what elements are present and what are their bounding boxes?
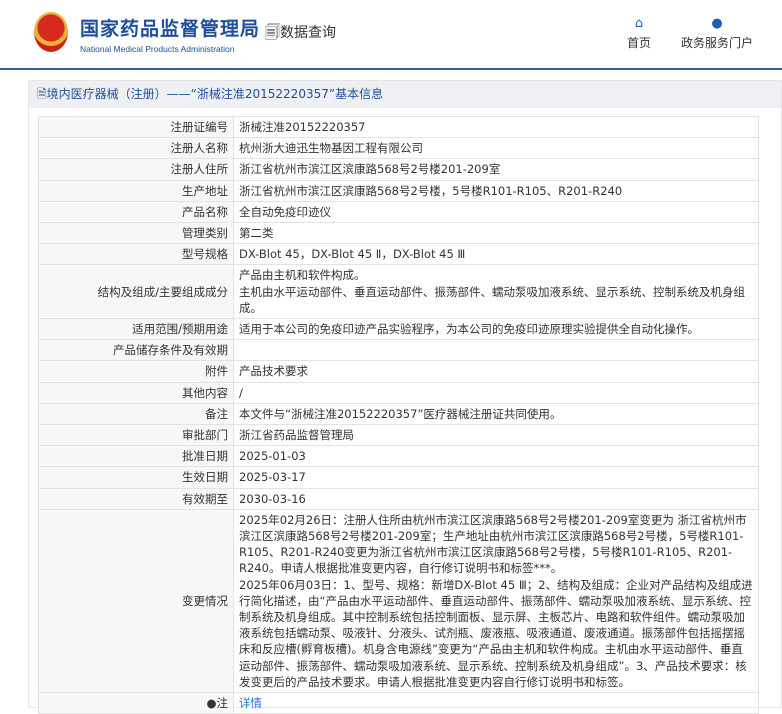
table-row: 生产地址 浙江省杭州市滨江区滨康路568号2号楼，5号楼R101-R105、R20… (38, 179, 759, 202)
row-label: 有效期至 (38, 487, 234, 510)
brand-title-cn: 国家药品监督管理局 (80, 18, 261, 40)
user-icon: ● (711, 16, 723, 31)
table-row: 其他内容 / (38, 381, 759, 404)
details-link[interactable]: 详情 (239, 696, 262, 710)
row-value: 浙械注准20152220357 (233, 115, 759, 139)
note-label: 注 (216, 696, 229, 711)
table-row: 生效日期 2025-03-17 (38, 466, 759, 489)
table-row: 产品储存条件及有效期 (38, 339, 759, 362)
row-value: 2030-03-16 (233, 487, 759, 510)
row-value: 产品技术要求 (233, 360, 759, 383)
row-label: 注册人住所 (38, 158, 234, 181)
table-row: 管理类别 第二类 (38, 222, 759, 245)
row-value: 2025-01-03 (233, 445, 759, 468)
brand-title-en: National Medical Products Administration (80, 44, 235, 54)
nav-home-label: 首页 (627, 36, 652, 50)
row-value: 浙江省杭州市滨江区滨康路568号2号楼201-209室 (233, 158, 759, 181)
national-emblem-logo (34, 12, 68, 52)
table-row: 批准日期 2025-01-03 (38, 445, 759, 468)
row-value: 浙江省杭州市滨江区滨康路568号2号楼，5号楼R101-R105、R201-R2… (233, 179, 759, 202)
row-label: 变更情况 (38, 508, 234, 694)
row-label: 适用范围/预期用途 (38, 318, 234, 341)
home-icon: ⌂ (634, 16, 644, 31)
data-query-link[interactable]: 🗐数据查询 (265, 22, 336, 47)
row-label: 型号规格 (38, 243, 234, 266)
table-row: 审批部门 浙江省药品监督管理局 (38, 424, 759, 447)
row-label: 管理类别 (38, 222, 234, 245)
document-search-icon: 🗐 (265, 23, 280, 41)
row-label: 注册人名称 (38, 137, 234, 160)
data-query-label: 数据查询 (280, 25, 336, 41)
table-row: 产品名称 全自动免疫印迹仪 (38, 200, 759, 224)
row-label: 附件 (38, 360, 234, 383)
table-row: 注册人住所 浙江省杭州市滨江区滨康路568号2号楼201-209室 (38, 158, 759, 181)
table-row: 适用范围/预期用途 适用于本公司的免疫印迹产品实验程序，为本公司的免疫印迹原理实验… (38, 318, 759, 341)
row-value: / (233, 381, 759, 404)
row-label: 备注 (38, 402, 234, 426)
row-label: 产品名称 (38, 200, 234, 224)
row-label: 批准日期 (38, 445, 234, 468)
table-row: 备注 本文件与“浙械注准20152220357”医疗器械注册证共同使用。 (38, 402, 759, 426)
table-row: 注册证编号 浙械注准20152220357 (38, 115, 759, 139)
row-label: 结构及组成/主要组成成分 (38, 264, 234, 320)
row-label: 生产地址 (38, 179, 234, 202)
table-row: 有效期至 2030-03-16 (38, 487, 759, 510)
row-label: 生效日期 (38, 466, 234, 489)
brand[interactable]: 国家药品监督管理局 National Medical Products Admi… (80, 14, 260, 54)
row-label: 注册证编号 (38, 115, 234, 139)
document-icon: 🗎 (37, 87, 47, 101)
table-row: 型号规格 DX-Blot 45，DX-Blot 45 Ⅱ，DX-Blot 45 Ⅲ (38, 243, 759, 266)
row-label: 产品储存条件及有效期 (38, 339, 234, 362)
row-value: 全自动免疫印迹仪 (233, 200, 759, 224)
table-row: 注册人名称 杭州浙大迪迅生物基因工程有限公司 (38, 137, 759, 160)
row-value: 杭州浙大迪迅生物基因工程有限公司 (233, 137, 759, 160)
row-value: 2025年02月26日：注册人住所由杭州市滨江区滨康路568号2号楼201-20… (233, 508, 759, 694)
panel-title: 🗎境内医疗器械（注册）——“浙械注准20152220357”基本信息 (29, 81, 781, 108)
site-header: 国家药品监督管理局 National Medical Products Admi… (0, 0, 782, 70)
row-label: 审批部门 (38, 424, 234, 447)
table-row: 附件 产品技术要求 (38, 360, 759, 383)
row-label: 其他内容 (38, 381, 234, 404)
table-row: 结构及组成/主要组成成分 产品由主机和软件构成。 主机由水平运动部件、垂直运动部件… (38, 264, 759, 320)
row-value: 2025-03-17 (233, 466, 759, 489)
nav-portal-label: 政务服务门户 (681, 36, 754, 50)
nav-service-portal[interactable]: ● 政务服务门户 (681, 16, 753, 51)
row-value: 本文件与“浙械注准20152220357”医疗器械注册证共同使用。 (233, 402, 759, 426)
detail-panel: 🗎境内医疗器械（注册）——“浙械注准20152220357”基本信息 注册证编号… (28, 80, 782, 714)
table-row: 变更情况 2025年02月26日：注册人住所由杭州市滨江区滨康路568号2号楼20… (38, 508, 759, 694)
row-value: 第二类 (233, 222, 759, 245)
nav-home[interactable]: ⌂ 首页 (627, 16, 651, 51)
row-value (233, 339, 759, 362)
detail-table: 注册证编号 浙械注准20152220357 注册人名称 杭州浙大迪迅生物基因工程有限公… (38, 115, 759, 714)
row-value: DX-Blot 45，DX-Blot 45 Ⅱ，DX-Blot 45 Ⅲ (233, 243, 759, 266)
panel-title-text: 境内医疗器械（注册）——“浙械注准20152220357”基本信息 (46, 87, 384, 101)
row-value: 适用于本公司的免疫印迹产品实验程序，为本公司的免疫印迹原理实验提供全自动化操作。 (233, 318, 759, 341)
note-row: ●注 详情 (38, 692, 759, 714)
row-value: 浙江省药品监督管理局 (233, 424, 759, 447)
pin-icon: ● (206, 696, 217, 711)
row-value: 产品由主机和软件构成。 主机由水平运动部件、垂直运动部件、振荡部件、蠕动泵吸加液… (233, 264, 759, 320)
row-label: ●注 (38, 692, 234, 714)
